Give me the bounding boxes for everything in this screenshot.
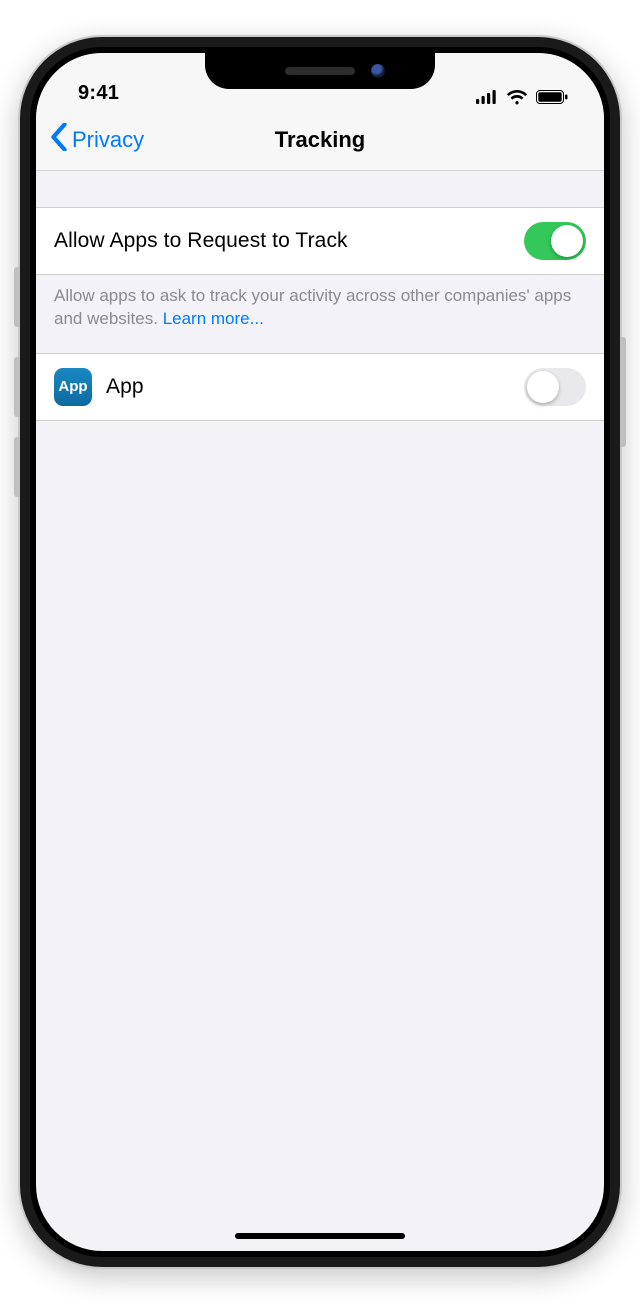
app-icon: App (54, 368, 92, 406)
chevron-left-icon (50, 123, 68, 157)
back-button[interactable]: Privacy (50, 123, 144, 157)
page-title: Tracking (275, 127, 365, 153)
cellular-icon (476, 90, 498, 104)
section-footer: Allow apps to ask to track your activity… (36, 275, 604, 353)
status-indicators (476, 89, 568, 105)
status-time: 9:41 (78, 82, 119, 105)
content: Allow Apps to Request to Track Allow app… (36, 171, 604, 421)
app-row: App App (36, 353, 604, 421)
navigation-bar: Privacy Tracking (36, 109, 604, 171)
notch (205, 53, 435, 89)
app-name-label: App (106, 375, 144, 399)
phone-bezel: 9:41 Pri (30, 47, 610, 1257)
app-tracking-toggle[interactable] (524, 368, 586, 406)
back-label: Privacy (72, 127, 144, 153)
allow-tracking-row: Allow Apps to Request to Track (36, 207, 604, 275)
allow-tracking-label: Allow Apps to Request to Track (54, 229, 348, 253)
screen: 9:41 Pri (36, 53, 604, 1251)
speaker-grill (285, 67, 355, 75)
battery-icon (536, 90, 568, 104)
toggle-knob (551, 225, 583, 257)
allow-tracking-toggle[interactable] (524, 222, 586, 260)
learn-more-link[interactable]: Learn more... (163, 309, 264, 328)
footer-text: Allow apps to ask to track your activity… (54, 286, 571, 328)
wifi-icon (506, 89, 528, 105)
toggle-knob (527, 371, 559, 403)
app-row-left: App App (54, 368, 144, 406)
home-indicator[interactable] (235, 1233, 405, 1239)
front-camera (371, 64, 385, 78)
phone-frame: 9:41 Pri (20, 37, 620, 1267)
